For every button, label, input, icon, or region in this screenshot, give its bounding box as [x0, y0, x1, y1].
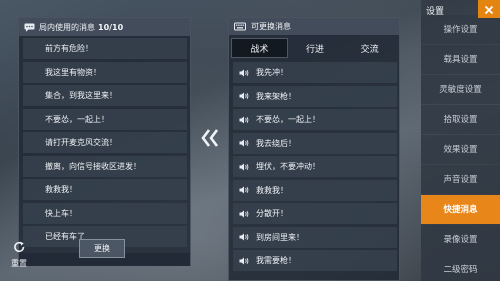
- sidebar-item-sensitivity[interactable]: 灵敏度设置: [421, 75, 500, 104]
- replaceable-message-item[interactable]: 分散开！: [233, 203, 397, 224]
- speaker-icon: [239, 186, 249, 194]
- tab-movement[interactable]: 行进: [288, 38, 343, 58]
- speaker-icon: [239, 163, 249, 171]
- in-game-message-item[interactable]: 救救我！: [23, 179, 187, 200]
- replaceable-message-item[interactable]: 我先冲！: [233, 62, 397, 83]
- refresh-icon: [13, 238, 26, 257]
- chat-bubble-icon: [24, 23, 35, 32]
- tab-tactics[interactable]: 战术: [231, 38, 288, 58]
- replaceable-message-list: 我先冲！ 我来架枪！ 不要怂，一起上！ 我去绕后！ 埋伏，不要冲动！ 救救我！ …: [233, 62, 397, 280]
- speaker-icon: [239, 233, 249, 241]
- swap-button[interactable]: 更换: [79, 239, 125, 258]
- replaceable-message-item[interactable]: 我来架枪！: [233, 85, 397, 107]
- double-chevron-left-icon[interactable]: [200, 127, 222, 149]
- speaker-icon: [239, 116, 249, 124]
- reset-button[interactable]: 重置: [8, 238, 30, 268]
- speaker-icon: [239, 92, 249, 100]
- in-game-message-item[interactable]: 前方有危险！: [23, 38, 187, 59]
- in-game-message-item[interactable]: 撤离，向信号接收区进发！: [23, 155, 187, 177]
- in-game-message-item[interactable]: 请打开麦克风交流！: [23, 132, 187, 153]
- sidebar-item-recording[interactable]: 录像设置: [421, 225, 500, 254]
- replaceable-message-item[interactable]: 不要怂，一起上！: [233, 109, 397, 130]
- sidebar-item-pickup[interactable]: 拾取设置: [421, 105, 500, 134]
- in-game-messages-title: 局内使用的消息: [39, 22, 95, 32]
- sidebar-item-effects[interactable]: 效果设置: [421, 135, 500, 164]
- message-count: 10/10: [98, 22, 124, 32]
- close-button[interactable]: [478, 0, 500, 18]
- message-category-tabs: 战术 行进 交流: [231, 38, 397, 58]
- speaker-icon: [239, 69, 249, 77]
- replaceable-messages-title: 可更换消息: [251, 22, 291, 31]
- speaker-icon: [239, 139, 249, 147]
- replaceable-message-item[interactable]: 救救我！: [233, 179, 397, 201]
- speaker-icon: [239, 257, 249, 265]
- sidebar-item-secondary-password[interactable]: 二级密码: [421, 255, 500, 281]
- in-game-message-item[interactable]: 我这里有物资！: [23, 61, 187, 83]
- in-game-messages-header: 局内使用的消息 10/10: [19, 18, 190, 36]
- replaceable-message-item[interactable]: 埋伏，不要冲动！: [233, 156, 397, 177]
- replaceable-messages-header: 可更换消息: [229, 18, 399, 35]
- settings-menu: 操作设置 载具设置 灵敏度设置 拾取设置 效果设置 声音设置 快捷消息 录像设置…: [421, 15, 500, 281]
- in-game-message-item[interactable]: 集合，到我这里来！: [23, 85, 187, 106]
- keyboard-icon: [234, 22, 246, 31]
- replaceable-messages-panel: 可更换消息 战术 行进 交流 我先冲！ 我来架枪！ 不要怂，一起上！ 我去绕后！…: [228, 17, 400, 281]
- replaceable-message-item[interactable]: 我需要枪！: [233, 250, 397, 271]
- close-icon: [484, 0, 494, 19]
- in-game-message-item[interactable]: 不要怂，一起上！: [23, 108, 187, 130]
- reset-label: 重置: [11, 259, 27, 268]
- replaceable-message-item[interactable]: 到房间里来！: [233, 226, 397, 248]
- sidebar-item-vehicle[interactable]: 载具设置: [421, 45, 500, 74]
- replaceable-message-item[interactable]: 我去绕后！: [233, 132, 397, 154]
- in-game-messages-panel: 局内使用的消息 10/10 前方有危险！ 我这里有物资！ 集合，到我这里来！ 不…: [18, 17, 191, 266]
- in-game-message-item[interactable]: 快上车！: [23, 202, 187, 224]
- speaker-icon: [239, 210, 249, 218]
- sidebar-item-quick-messages[interactable]: 快捷消息: [421, 195, 500, 224]
- sidebar-item-audio[interactable]: 声音设置: [421, 165, 500, 194]
- in-game-message-list: 前方有危险！ 我这里有物资！ 集合，到我这里来！ 不要怂，一起上！ 请打开麦克风…: [23, 38, 187, 253]
- tab-communication[interactable]: 交流: [342, 38, 397, 58]
